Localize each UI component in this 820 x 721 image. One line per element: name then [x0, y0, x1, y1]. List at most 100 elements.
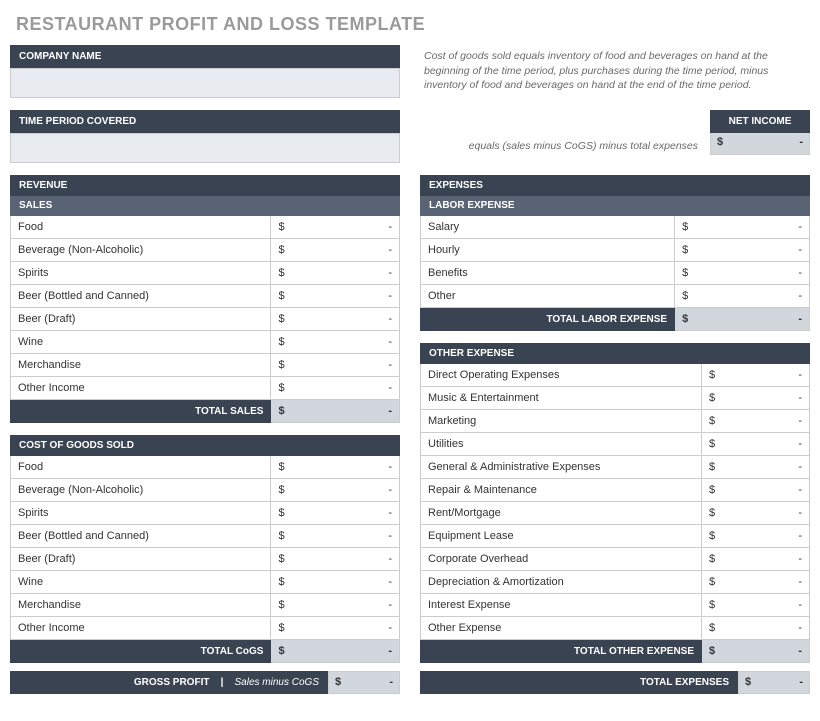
- other-item-value-cell[interactable]: $-: [702, 387, 810, 410]
- other-item-label[interactable]: Direct Operating Expenses: [421, 364, 702, 387]
- other-item-label[interactable]: Depreciation & Amortization: [421, 571, 702, 594]
- other-item-label[interactable]: Rent/Mortgage: [421, 502, 702, 525]
- cogs-item-amount: -: [388, 530, 392, 542]
- labor-item-label[interactable]: Other: [421, 285, 675, 308]
- labor-item-row: Hourly$-: [421, 239, 810, 262]
- revenue-item-label[interactable]: Merchandise: [11, 354, 271, 377]
- cogs-item-value-cell[interactable]: $-: [271, 456, 400, 479]
- revenue-item-amount: -: [388, 221, 392, 233]
- cogs-item-label[interactable]: Merchandise: [11, 594, 271, 617]
- cogs-item-label[interactable]: Other Income: [11, 617, 271, 640]
- revenue-item-label[interactable]: Beer (Draft): [11, 308, 271, 331]
- revenue-item-currency: $: [278, 313, 284, 325]
- revenue-item-label[interactable]: Beverage (Non-Alcoholic): [11, 239, 271, 262]
- other-item-currency: $: [709, 553, 715, 565]
- cogs-item-currency: $: [278, 622, 284, 634]
- cogs-item-label[interactable]: Spirits: [11, 502, 271, 525]
- gross-profit-sep: |: [221, 677, 224, 688]
- labor-item-value-cell[interactable]: $-: [675, 285, 810, 308]
- labor-expense-header: LABOR EXPENSE: [421, 196, 810, 216]
- revenue-item-currency: $: [278, 267, 284, 279]
- other-item-label[interactable]: Corporate Overhead: [421, 548, 702, 571]
- revenue-item-label[interactable]: Wine: [11, 331, 271, 354]
- other-item-amount: -: [798, 484, 802, 496]
- other-item-value-cell[interactable]: $-: [702, 456, 810, 479]
- other-item-value-cell[interactable]: $-: [702, 410, 810, 433]
- revenue-item-value-cell[interactable]: $-: [271, 354, 400, 377]
- other-item-row: Marketing$-: [421, 410, 810, 433]
- other-item-label[interactable]: Music & Entertainment: [421, 387, 702, 410]
- revenue-item-value-cell[interactable]: $-: [271, 285, 400, 308]
- other-item-value-cell[interactable]: $-: [702, 571, 810, 594]
- total-cogs-value: $ -: [271, 640, 400, 663]
- labor-item-label[interactable]: Hourly: [421, 239, 675, 262]
- company-name-input[interactable]: [10, 68, 400, 98]
- other-item-label[interactable]: Equipment Lease: [421, 525, 702, 548]
- revenue-item-value-cell[interactable]: $-: [271, 239, 400, 262]
- other-item-value-cell[interactable]: $-: [702, 479, 810, 502]
- revenue-item-amount: -: [388, 313, 392, 325]
- cogs-item-value-cell[interactable]: $-: [271, 548, 400, 571]
- revenue-item-label[interactable]: Other Income: [11, 377, 271, 400]
- cogs-item-currency: $: [278, 553, 284, 565]
- revenue-item-value-cell[interactable]: $-: [271, 308, 400, 331]
- other-item-value-cell[interactable]: $-: [702, 548, 810, 571]
- revenue-item-value-cell[interactable]: $-: [271, 262, 400, 285]
- gross-profit-amount: -: [347, 672, 399, 693]
- labor-item-label[interactable]: Benefits: [421, 262, 675, 285]
- cogs-item-row: Beverage (Non-Alcoholic)$-: [11, 479, 400, 502]
- revenue-item-value-cell[interactable]: $-: [271, 216, 400, 239]
- cogs-item-value-cell[interactable]: $-: [271, 571, 400, 594]
- labor-item-value-cell[interactable]: $-: [675, 262, 810, 285]
- other-item-row: Music & Entertainment$-: [421, 387, 810, 410]
- other-item-value-cell[interactable]: $-: [702, 502, 810, 525]
- time-period-input[interactable]: [10, 133, 400, 163]
- cogs-item-label[interactable]: Food: [11, 456, 271, 479]
- other-item-amount: -: [798, 530, 802, 542]
- total-labor-amount: -: [798, 313, 802, 325]
- revenue-item-value-cell[interactable]: $-: [271, 377, 400, 400]
- revenue-item-amount: -: [388, 359, 392, 371]
- other-item-currency: $: [709, 415, 715, 427]
- other-item-value-cell[interactable]: $-: [702, 594, 810, 617]
- labor-item-amount: -: [798, 267, 802, 279]
- other-item-label[interactable]: Utilities: [421, 433, 702, 456]
- revenue-item-value-cell[interactable]: $-: [271, 331, 400, 354]
- labor-item-value-cell[interactable]: $-: [675, 216, 810, 239]
- cogs-item-amount: -: [388, 576, 392, 588]
- cogs-item-value-cell[interactable]: $-: [271, 525, 400, 548]
- other-item-label[interactable]: Interest Expense: [421, 594, 702, 617]
- total-expenses-amount: -: [757, 672, 809, 693]
- revenue-item-row: Other Income$-: [11, 377, 400, 400]
- labor-item-row: Other$-: [421, 285, 810, 308]
- cogs-item-label[interactable]: Beer (Draft): [11, 548, 271, 571]
- cogs-item-currency: $: [278, 576, 284, 588]
- other-item-row: General & Administrative Expenses$-: [421, 456, 810, 479]
- other-item-label[interactable]: Repair & Maintenance: [421, 479, 702, 502]
- cogs-item-value-cell[interactable]: $-: [271, 617, 400, 640]
- gross-profit-currency: $: [329, 672, 347, 693]
- other-item-label[interactable]: Marketing: [421, 410, 702, 433]
- other-item-label[interactable]: Other Expense: [421, 617, 702, 640]
- other-item-value-cell[interactable]: $-: [702, 364, 810, 387]
- labor-item-label[interactable]: Salary: [421, 216, 675, 239]
- revenue-item-label[interactable]: Food: [11, 216, 271, 239]
- revenue-item-label[interactable]: Spirits: [11, 262, 271, 285]
- cogs-item-value-cell[interactable]: $-: [271, 479, 400, 502]
- other-item-value-cell[interactable]: $-: [702, 433, 810, 456]
- other-item-value-cell[interactable]: $-: [702, 525, 810, 548]
- net-income-value: $ -: [710, 133, 810, 155]
- cogs-item-row: Merchandise$-: [11, 594, 400, 617]
- cogs-item-label[interactable]: Beer (Bottled and Canned): [11, 525, 271, 548]
- cogs-item-value-cell[interactable]: $-: [271, 502, 400, 525]
- cogs-item-value-cell[interactable]: $-: [271, 594, 400, 617]
- cogs-item-label[interactable]: Beverage (Non-Alcoholic): [11, 479, 271, 502]
- labor-item-value-cell[interactable]: $-: [675, 239, 810, 262]
- cogs-item-currency: $: [278, 484, 284, 496]
- other-item-value-cell[interactable]: $-: [702, 617, 810, 640]
- other-item-currency: $: [709, 369, 715, 381]
- cogs-item-amount: -: [388, 622, 392, 634]
- revenue-item-label[interactable]: Beer (Bottled and Canned): [11, 285, 271, 308]
- cogs-item-label[interactable]: Wine: [11, 571, 271, 594]
- other-item-label[interactable]: General & Administrative Expenses: [421, 456, 702, 479]
